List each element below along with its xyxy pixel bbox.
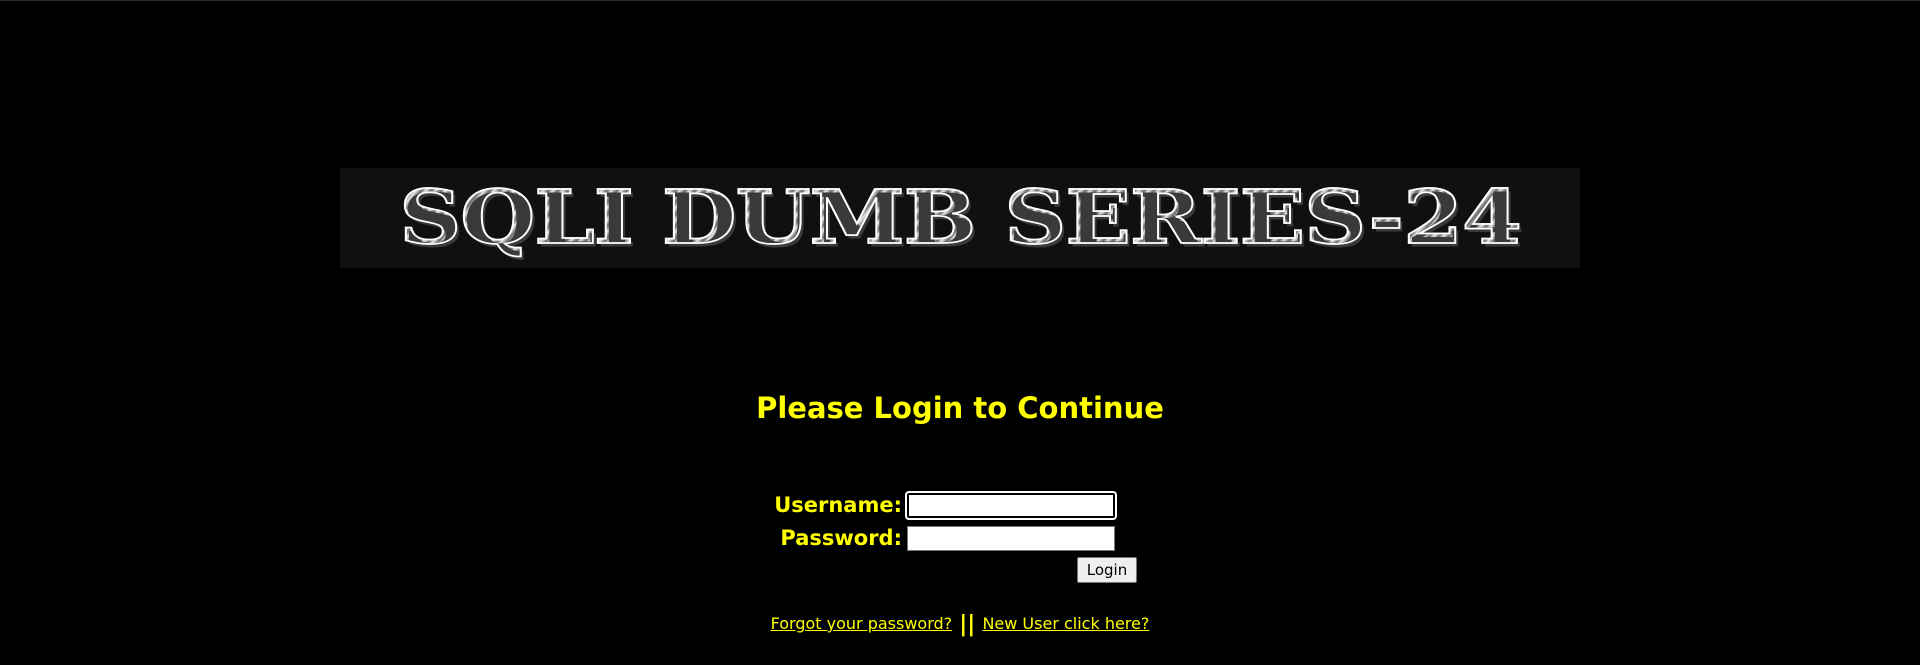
password-input[interactable] xyxy=(907,525,1115,551)
forgot-password-link[interactable]: Forgot your password? xyxy=(771,614,953,633)
banner-logo: SQLI DUMB SERIES-24 xyxy=(340,168,1580,268)
login-button[interactable]: Login xyxy=(1077,557,1137,583)
link-separator: || xyxy=(959,612,976,637)
new-user-link[interactable]: New User click here? xyxy=(982,614,1149,633)
username-input[interactable] xyxy=(907,492,1115,518)
banner-title: SQLI DUMB SERIES-24 xyxy=(398,174,1523,262)
page-heading: Please Login to Continue xyxy=(756,391,1164,425)
username-row: Username: xyxy=(722,490,1115,520)
password-label: Password: xyxy=(780,526,902,550)
password-row: Password: xyxy=(722,523,1115,553)
footer-links: Forgot your password? || New User click … xyxy=(0,609,1920,640)
username-label: Username: xyxy=(774,493,902,517)
